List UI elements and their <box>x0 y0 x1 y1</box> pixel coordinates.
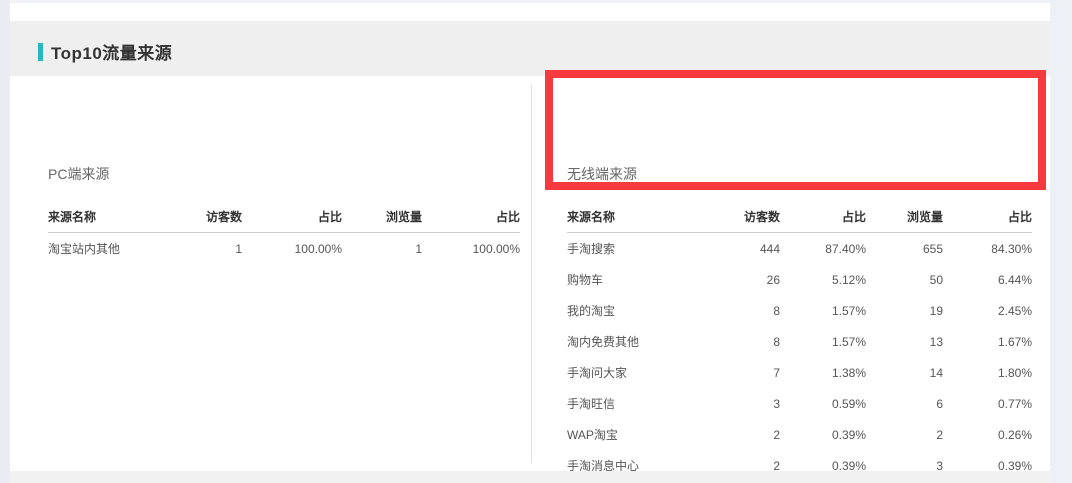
metric-cell: 2.45% <box>943 304 1032 318</box>
bottom-band <box>10 471 1050 483</box>
pc-sources-label: PC端来源 <box>48 164 520 184</box>
section-title-band: Top10流量来源 <box>10 21 1050 76</box>
dashboard-page: Top10流量来源 PC端来源 来源名称访客数占比浏览量占比 淘宝站内其他110… <box>0 0 1072 483</box>
metric-cell: 1.57% <box>780 304 866 318</box>
table-header-row: 来源名称访客数占比浏览量占比 <box>567 200 1032 233</box>
metric-cell: 26 <box>675 273 780 287</box>
table-row: 手淘旺信30.59%60.77% <box>567 388 1032 419</box>
metric-cell: 13 <box>866 335 943 349</box>
metric-cell: 2 <box>675 428 780 442</box>
metric-cell: 6 <box>866 397 943 411</box>
pc-sources-section: PC端来源 来源名称访客数占比浏览量占比 淘宝站内其他1100.00%1100.… <box>48 164 520 264</box>
metric-cell: 1.67% <box>943 335 1032 349</box>
column-header: 占比 <box>422 208 520 225</box>
metric-cell: 84.30% <box>943 242 1032 256</box>
wireless-sources-section: 无线端来源 来源名称访客数占比浏览量占比 手淘搜索44487.40%65584.… <box>567 164 1032 483</box>
left-gutter <box>0 0 10 483</box>
source-name-cell: 手淘问大家 <box>567 364 675 381</box>
source-name-cell: 淘宝站内其他 <box>48 240 147 257</box>
source-name-cell: WAP淘宝 <box>567 426 675 443</box>
source-name-cell: 淘内免费其他 <box>567 333 675 350</box>
metric-cell: 87.40% <box>780 242 866 256</box>
table-row: 手淘问大家71.38%141.80% <box>567 357 1032 388</box>
column-header: 来源名称 <box>567 208 675 225</box>
page-title: Top10流量来源 <box>51 39 172 64</box>
table-row: 淘内免费其他81.57%131.67% <box>567 326 1032 357</box>
metric-cell: 6.44% <box>943 273 1032 287</box>
metric-cell: 1.80% <box>943 366 1032 380</box>
column-divider <box>531 85 532 463</box>
metric-cell: 50 <box>866 273 943 287</box>
title-accent-bar <box>38 43 43 61</box>
metric-cell: 1.38% <box>780 366 866 380</box>
column-header: 访客数 <box>675 208 780 225</box>
column-header: 占比 <box>943 208 1032 225</box>
column-header: 浏览量 <box>342 208 422 225</box>
metric-cell: 3 <box>675 397 780 411</box>
table-body: 淘宝站内其他1100.00%1100.00% <box>48 233 520 264</box>
metric-cell: 100.00% <box>242 242 342 256</box>
source-name-cell: 手淘搜索 <box>567 240 675 257</box>
metric-cell: 1 <box>342 242 422 256</box>
section-title-row: Top10流量来源 <box>38 39 172 64</box>
traffic-sources-panel: PC端来源 来源名称访客数占比浏览量占比 淘宝站内其他1100.00%1100.… <box>10 76 1050 470</box>
source-name-cell: 我的淘宝 <box>567 302 675 319</box>
metric-cell: 0.26% <box>943 428 1032 442</box>
table-body: 手淘搜索44487.40%65584.30%购物车265.12%506.44%我… <box>567 233 1032 483</box>
metric-cell: 0.59% <box>780 397 866 411</box>
right-gutter <box>1050 0 1072 483</box>
source-name-cell: 手淘旺信 <box>567 395 675 412</box>
column-header: 占比 <box>780 208 866 225</box>
table-row: WAP淘宝20.39%20.26% <box>567 419 1032 450</box>
source-name-cell: 购物车 <box>567 271 675 288</box>
metric-cell: 1 <box>147 242 242 256</box>
table-row: 我的淘宝81.57%192.45% <box>567 295 1032 326</box>
metric-cell: 0.77% <box>943 397 1032 411</box>
metric-cell: 100.00% <box>422 242 520 256</box>
table-row: 手淘搜索44487.40%65584.30% <box>567 233 1032 264</box>
metric-cell: 655 <box>866 242 943 256</box>
column-header: 浏览量 <box>866 208 943 225</box>
metric-cell: 14 <box>866 366 943 380</box>
metric-cell: 2 <box>866 428 943 442</box>
metric-cell: 444 <box>675 242 780 256</box>
wireless-sources-label: 无线端来源 <box>567 164 1032 184</box>
table-header-row: 来源名称访客数占比浏览量占比 <box>48 200 520 233</box>
metric-cell: 1.57% <box>780 335 866 349</box>
column-header: 来源名称 <box>48 208 147 225</box>
table-row: 淘宝站内其他1100.00%1100.00% <box>48 233 520 264</box>
metric-cell: 7 <box>675 366 780 380</box>
metric-cell: 8 <box>675 304 780 318</box>
table-row: 购物车265.12%506.44% <box>567 264 1032 295</box>
column-header: 访客数 <box>147 208 242 225</box>
metric-cell: 8 <box>675 335 780 349</box>
metric-cell: 0.39% <box>780 428 866 442</box>
metric-cell: 19 <box>866 304 943 318</box>
metric-cell: 5.12% <box>780 273 866 287</box>
top-border <box>10 0 1050 3</box>
column-header: 占比 <box>242 208 342 225</box>
